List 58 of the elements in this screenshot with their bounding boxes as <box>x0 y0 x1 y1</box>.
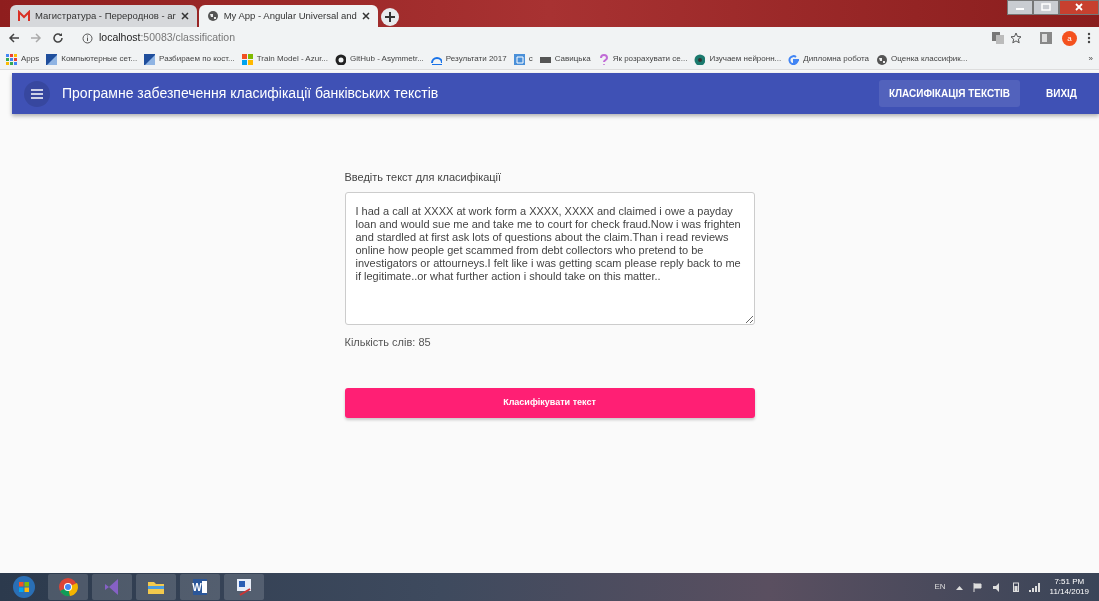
chevron-up-icon[interactable] <box>955 584 963 590</box>
menu-button[interactable] <box>24 80 50 107</box>
browser-tab[interactable]: My App - Angular Universal and <box>198 5 378 27</box>
address-text: localhost:50083/classification <box>99 30 235 46</box>
word-count: Кількість слів: 85 <box>344 334 432 350</box>
back-icon[interactable] <box>8 32 20 44</box>
bookmark-link[interactable]: Train Model - Azur... <box>256 53 329 65</box>
close-icon[interactable] <box>180 12 189 20</box>
new-tab-icon[interactable] <box>379 7 400 27</box>
text-input[interactable]: I had a call at XXXX at work form a XXXX, XXXX and claimed i owe a payday loan and would sue me and take me to court for check fraud.Now i was frighten and stardled at first ask lots of questions about the claim.Than i read reviews online how people get scammed from debt collectors who pretend to be investigators or attourneys.I felt like i was getting scam please reply back to me if legitimate..or what further action i should take on this matter.. <box>344 191 755 325</box>
start-icon[interactable] <box>12 575 36 599</box>
chrome-icon[interactable] <box>58 577 78 597</box>
bookmark-link[interactable]: Компьютерные сет... <box>61 53 138 65</box>
nav-button[interactable]: КЛАСИФІКАЦІЯ ТЕКСТІВ <box>879 80 1020 107</box>
star-icon[interactable] <box>1010 32 1022 44</box>
language-indicator[interactable]: EN <box>934 581 946 593</box>
clock-time[interactable]: 7:51 PM <box>1049 577 1089 587</box>
easel-icon[interactable] <box>234 577 254 597</box>
bookmark-link[interactable]: Дипломна робота <box>803 53 870 65</box>
bookmark-link[interactable]: Оценка классифик... <box>891 53 968 65</box>
bookmark-link[interactable]: Як розрахувати се... <box>612 53 688 65</box>
maximize-icon[interactable] <box>1033 0 1059 15</box>
bookmark-link[interactable]: Apps <box>21 53 40 65</box>
globe-icon <box>206 10 219 22</box>
info-icon <box>82 32 93 44</box>
signal-icon[interactable] <box>1028 582 1040 592</box>
field-label: Введіть текст для класифікації <box>344 170 503 185</box>
more-bookmarks-button[interactable]: » <box>1088 53 1093 65</box>
extension-icon[interactable] <box>1040 32 1052 44</box>
google-icon <box>788 53 800 65</box>
mail-icon <box>18 10 30 22</box>
cat-icon <box>335 53 347 65</box>
flag-icon[interactable] <box>972 582 983 592</box>
classify-button[interactable]: Класифікувати текст <box>344 388 755 418</box>
tiles-icon <box>241 53 253 65</box>
bookmark-link[interactable]: Разбираем по кост... <box>159 53 235 65</box>
app-title: Програмне забезпечення класифікації банківських текстів <box>62 84 439 103</box>
bookmark-link[interactable]: Результати 2017 <box>445 53 507 65</box>
apps-icon <box>6 53 17 65</box>
nav-button[interactable]: ВИХІД <box>1036 80 1087 107</box>
flag-icon <box>46 53 58 65</box>
battery-icon[interactable] <box>1012 582 1019 592</box>
reload-icon[interactable] <box>52 32 64 44</box>
close-icon[interactable] <box>361 12 370 20</box>
bookmark-link[interactable]: Савицька <box>554 53 591 65</box>
minimize-icon[interactable] <box>1007 0 1033 15</box>
clock-date[interactable]: 11/14/2019 <box>1049 587 1089 597</box>
menu-icon <box>31 88 43 99</box>
translate-icon[interactable] <box>992 32 1004 44</box>
flag-icon <box>144 53 156 65</box>
more-icon[interactable] <box>1087 32 1091 44</box>
grid-icon <box>513 53 525 65</box>
bookmark-link[interactable]: GitHub - Asymmetr... <box>350 53 424 65</box>
bookmark-link[interactable]: Изучаем нейронн... <box>709 53 782 65</box>
bookmark-link[interactable]: c <box>528 53 533 65</box>
globe-icon <box>876 53 888 65</box>
browser-tab[interactable]: Магистратура - Перероднов - ar <box>10 5 197 27</box>
question-icon <box>597 53 609 65</box>
